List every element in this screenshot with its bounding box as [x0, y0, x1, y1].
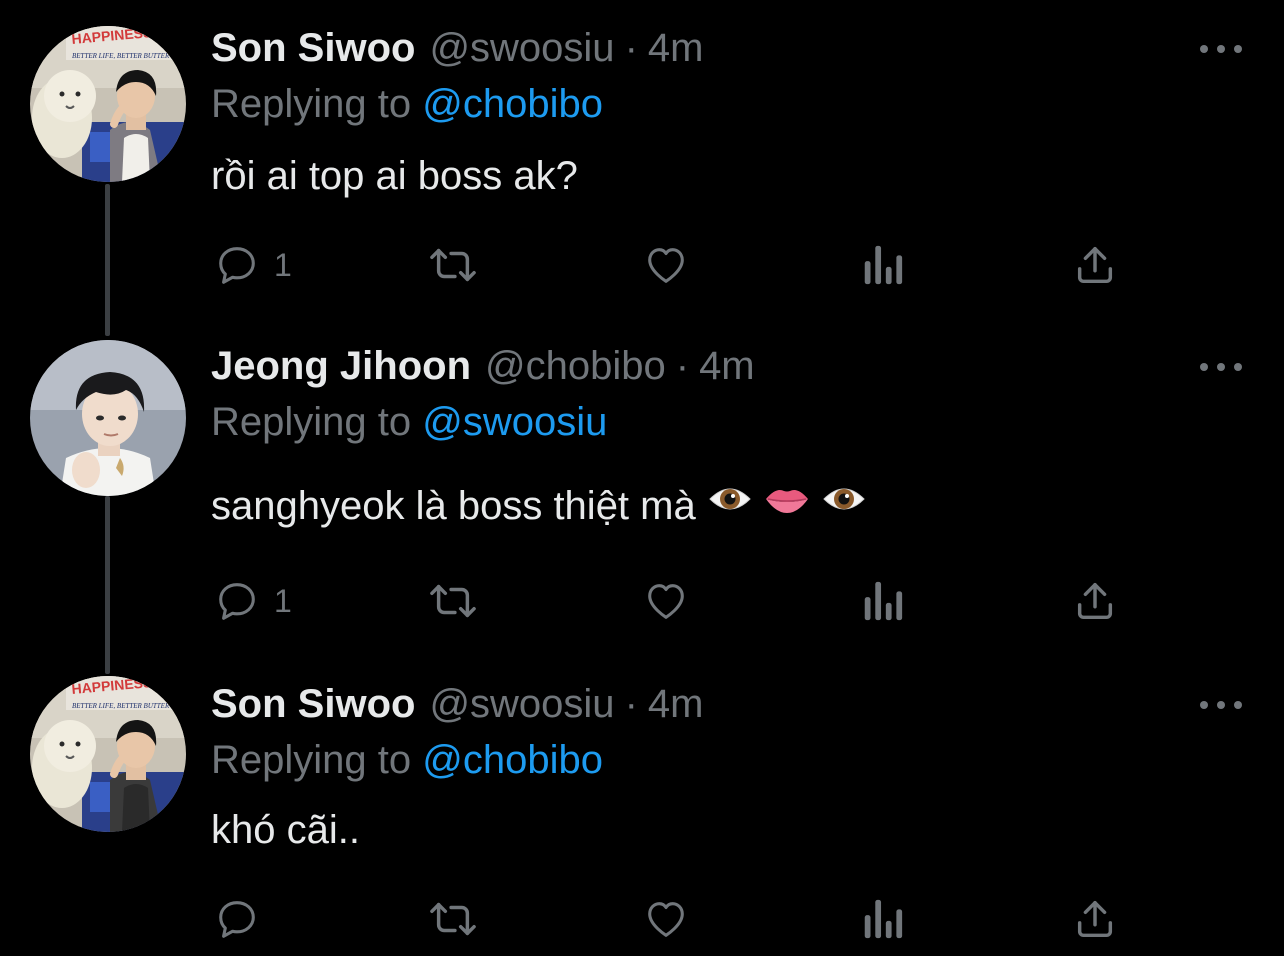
tweet[interactable]: Jeong Jihoon @chobibo · 4m Replying to @…	[0, 336, 1284, 636]
share-icon	[1077, 900, 1113, 938]
avatar[interactable]: HAPPINESS! BETTER LIFE, BETTER BUTTER	[30, 26, 186, 182]
replying-to: Replying to @swoosiu	[211, 392, 607, 452]
tweet[interactable]: HAPPINESS! BETTER LIFE, BETTER BUTTER So…	[0, 674, 1284, 956]
eye-emoji	[708, 476, 752, 536]
tweet-actions: 1	[0, 571, 1284, 631]
more-dots-icon[interactable]	[1200, 34, 1242, 64]
mention-link[interactable]: @swoosiu	[422, 400, 607, 444]
tweet[interactable]: HAPPINESS! BETTER LIFE, BETTER BUTTER So…	[0, 18, 1284, 308]
timestamp[interactable]: 4m	[699, 336, 755, 396]
like-button[interactable]	[642, 571, 690, 631]
tweet-text-content: sanghyeok là boss thiệt mà	[211, 484, 696, 528]
analytics-button[interactable]	[860, 235, 904, 295]
display-name[interactable]: Son Siwoo	[211, 18, 415, 78]
more-dots-icon[interactable]	[1200, 690, 1242, 720]
heart-icon	[648, 584, 684, 619]
reply-bubble-icon	[219, 247, 255, 284]
replying-to: Replying to @chobibo	[211, 74, 603, 134]
retweet-button[interactable]	[426, 571, 480, 631]
tweet-header: Son Siwoo @swoosiu · 4m	[211, 18, 703, 78]
mention-link[interactable]: @chobibo	[422, 82, 603, 126]
lips-emoji	[764, 476, 810, 536]
share-icon	[1077, 582, 1113, 620]
retweet-icon	[430, 248, 476, 282]
reply-bubble-icon	[219, 583, 255, 620]
avatar-sign-subtext: BETTER LIFE, BETTER BUTTER	[72, 52, 170, 60]
separator-dot: ·	[624, 682, 638, 726]
tweet-text: sanghyeok là boss thiệt mà	[211, 476, 866, 536]
tweet-header: Jeong Jihoon @chobibo · 4m	[211, 336, 755, 396]
eye-emoji	[822, 476, 866, 536]
more-dots-icon[interactable]	[1200, 352, 1242, 382]
reply-bubble-icon	[219, 901, 255, 938]
reply-count: 1	[274, 582, 292, 619]
avatar[interactable]	[30, 340, 186, 496]
share-icon	[1077, 246, 1113, 284]
retweet-button[interactable]	[426, 889, 480, 949]
like-button[interactable]	[642, 889, 690, 949]
user-handle[interactable]: @chobibo	[485, 336, 666, 396]
timestamp[interactable]: 4m	[648, 674, 704, 734]
tweet-text-content: rồi ai top ai boss ak?	[211, 154, 578, 198]
separator-dot: ·	[675, 344, 690, 388]
timestamp[interactable]: 4m	[648, 18, 704, 78]
tweet-text: rồi ai top ai boss ak?	[211, 146, 578, 206]
user-handle[interactable]: @swoosiu	[429, 674, 614, 734]
tweet-actions: 1	[0, 235, 1284, 295]
like-button[interactable]	[642, 235, 690, 295]
reply-count: 1	[274, 246, 292, 283]
display-name[interactable]: Jeong Jihoon	[211, 336, 471, 396]
retweet-button[interactable]	[426, 235, 480, 295]
avatar[interactable]: HAPPINESS! BETTER LIFE, BETTER BUTTER	[30, 676, 186, 832]
tweet-header: Son Siwoo @swoosiu · 4m	[211, 674, 703, 734]
heart-icon	[648, 902, 684, 937]
mention-link[interactable]: @chobibo	[422, 738, 603, 782]
retweet-icon	[430, 902, 476, 936]
analytics-button[interactable]	[860, 571, 904, 631]
share-button[interactable]	[1072, 889, 1118, 949]
display-name[interactable]: Son Siwoo	[211, 674, 415, 734]
avatar-sign-subtext: BETTER LIFE, BETTER BUTTER	[72, 702, 170, 710]
replying-to-label: Replying to	[211, 82, 412, 126]
share-button[interactable]	[1072, 235, 1118, 295]
heart-icon	[648, 248, 684, 283]
tweet-text-content: khó cãi..	[211, 808, 360, 852]
analytics-icon	[864, 245, 903, 285]
replying-to-label: Replying to	[211, 738, 412, 782]
tweet-text: khó cãi..	[211, 800, 360, 860]
retweet-icon	[430, 584, 476, 618]
reply-button[interactable]: 1	[214, 571, 292, 631]
replying-to-label: Replying to	[211, 400, 412, 444]
tweet-actions	[0, 889, 1284, 949]
analytics-button[interactable]	[860, 889, 904, 949]
user-handle[interactable]: @swoosiu	[429, 18, 614, 78]
reply-button[interactable]	[214, 889, 274, 949]
reply-button[interactable]: 1	[214, 235, 292, 295]
replying-to: Replying to @chobibo	[211, 730, 603, 790]
analytics-icon	[864, 581, 903, 621]
analytics-icon	[864, 899, 903, 939]
separator-dot: ·	[624, 26, 638, 70]
share-button[interactable]	[1072, 571, 1118, 631]
